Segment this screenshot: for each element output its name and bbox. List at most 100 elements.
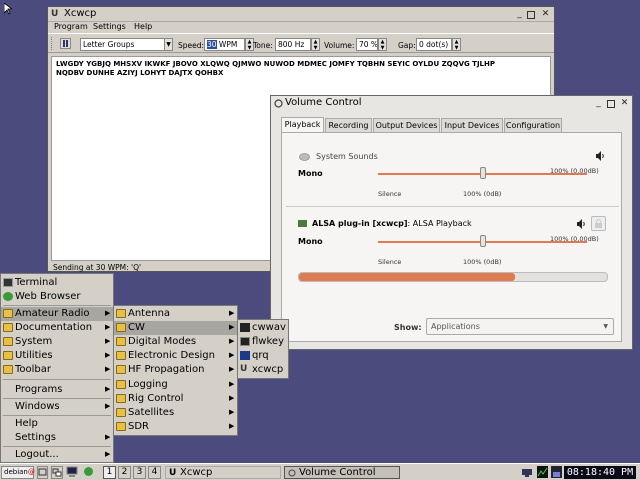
channel-label: Mono (298, 169, 323, 178)
tray-indicator[interactable] (551, 466, 563, 479)
close-icon[interactable]: ✕ (619, 98, 630, 109)
desktop-1-button[interactable]: 1 (103, 466, 116, 479)
folder-icon (3, 365, 13, 374)
amateur-radio-submenu: Antenna ▶ CW ▶ Digital Modes ▶ Electroni… (113, 305, 238, 436)
speaker-icon (299, 153, 310, 161)
maximize-icon[interactable] (527, 11, 535, 19)
tone-stepper[interactable]: ▲ ▼ (311, 38, 320, 51)
menu-settings[interactable]: Settings (93, 22, 126, 31)
mute-speaker-icon[interactable] (576, 219, 586, 229)
menu-item-rig-control[interactable]: Rig Control ▶ (114, 392, 237, 406)
speed-input[interactable]: 30 WPM (204, 38, 245, 51)
menu-item-qrq[interactable]: qrq (238, 349, 288, 363)
folder-icon (116, 365, 126, 374)
menu-item-flwkey[interactable]: flwkey (238, 335, 288, 349)
desktop-4-button[interactable]: 4 (148, 466, 161, 479)
menu-item-sdr[interactable]: SDR ▶ (114, 420, 237, 434)
menu-item-amateur-radio[interactable]: Amateur Radio ▶ (1, 307, 113, 321)
pause-icon (63, 40, 68, 47)
start-button[interactable]: debian@ (1, 466, 35, 479)
mode-select[interactable]: Letter Groups (80, 38, 165, 51)
menu-item-xcwcp[interactable]: U xcwcp (238, 363, 288, 377)
globe-icon (84, 467, 93, 476)
tone-input[interactable]: 800 Hz (275, 38, 311, 51)
tab-configuration[interactable]: Configuration (504, 118, 562, 132)
mute-speaker-icon[interactable] (595, 151, 605, 161)
menu-item-toolbar[interactable]: Toolbar ▶ (1, 363, 113, 377)
clock[interactable]: 08:18:40 PM (564, 466, 636, 479)
tone-label: Tone: (253, 41, 273, 50)
menu-item-web-browser[interactable]: Web Browser (1, 290, 113, 304)
menu-item-programs[interactable]: Programs ▶ (1, 383, 113, 397)
chevron-right-icon: ▶ (105, 351, 111, 359)
tray-indicator-icon (551, 466, 562, 478)
terminal-launcher[interactable] (66, 466, 80, 479)
slider-handle[interactable] (480, 235, 486, 247)
lock-channels-button[interactable] (591, 216, 606, 231)
menu-separator (3, 398, 111, 399)
volume-app-icon (288, 469, 296, 477)
flwkey-icon (240, 337, 250, 346)
volume-stepper[interactable]: ▲ ▼ (378, 38, 387, 51)
cpu-monitor-tray[interactable] (537, 466, 549, 479)
volume-input[interactable]: 70 % (356, 38, 378, 51)
xcwcp-app-icon: U (240, 364, 248, 374)
window-list-button[interactable] (51, 466, 63, 479)
task-button-volume-control[interactable]: Volume Control (284, 466, 400, 479)
menu-help[interactable]: Help (134, 22, 152, 31)
minimize-icon[interactable]: _ (593, 98, 604, 109)
desktop-3-button[interactable]: 3 (133, 466, 146, 479)
chevron-down-icon[interactable]: ▼ (164, 38, 173, 51)
menu-item-system[interactable]: System ▶ (1, 335, 113, 349)
toolbar-grip[interactable] (51, 37, 53, 50)
network-tray[interactable] (521, 466, 534, 479)
menu-item-windows[interactable]: Windows ▶ (1, 400, 113, 414)
menu-item-cwwav[interactable]: cwwav (238, 321, 288, 335)
tab-input-devices[interactable]: Input Devices (441, 118, 503, 132)
menu-item-cw[interactable]: CW ▶ (114, 321, 237, 335)
volume-control-window: Volume Control _ ✕ Playback Recording Ou… (270, 95, 633, 350)
menu-item-settings[interactable]: Settings ▶ (1, 431, 113, 445)
minimize-icon[interactable]: _ (514, 9, 525, 20)
app-stream-icon (298, 220, 307, 227)
chevron-right-icon: ▶ (105, 337, 111, 345)
menu-item-hf-propagation[interactable]: HF Propagation ▶ (114, 363, 237, 377)
text-line: NQDBV DUNHE AZIYJ LOHYT DAJTX QOHBX (56, 69, 224, 77)
terminal-icon (66, 466, 78, 477)
gap-stepper[interactable]: ▲ ▼ (452, 38, 461, 51)
peak-meter-fill (299, 273, 515, 281)
tab-playback[interactable]: Playback (281, 117, 324, 132)
menu-item-terminal[interactable]: Terminal (1, 276, 113, 290)
task-button-xcwcp[interactable]: U Xcwcp (165, 466, 281, 479)
peak-meter (298, 272, 608, 282)
slider-handle[interactable] (480, 167, 486, 179)
show-select[interactable]: Applications ▼ (426, 318, 614, 335)
qrq-icon (240, 351, 250, 360)
xcwcp-titlebar[interactable]: U Xcwcp _ ✕ (48, 7, 554, 22)
tab-recording[interactable]: Recording (325, 118, 372, 132)
browser-launcher[interactable] (83, 466, 96, 479)
menu-item-digital-modes[interactable]: Digital Modes ▶ (114, 335, 237, 349)
menu-item-logging[interactable]: Logging ▶ (114, 378, 237, 392)
gap-input[interactable]: 0 dot(s) (416, 38, 452, 51)
show-desktop-button[interactable] (37, 466, 48, 479)
menu-item-logout[interactable]: Logout... ▶ (1, 448, 113, 462)
volume-titlebar[interactable]: Volume Control _ ✕ (271, 96, 632, 111)
status-bar: Sending at 30 WPM: 'Q' (53, 263, 142, 272)
desktop-2-button[interactable]: 2 (118, 466, 131, 479)
menu-item-satellites[interactable]: Satellites ▶ (114, 406, 237, 420)
menu-program[interactable]: Program (54, 22, 88, 31)
menu-item-documentation[interactable]: Documentation ▶ (1, 321, 113, 335)
volume-level: 100% (0.00dB) (550, 235, 599, 243)
window-title: Xcwcp (64, 8, 97, 19)
system-sounds-label: System Sounds (316, 152, 378, 161)
menu-item-utilities[interactable]: Utilities ▶ (1, 349, 113, 363)
tab-output-devices[interactable]: Output Devices (373, 118, 440, 132)
menu-item-electronic-design[interactable]: Electronic Design ▶ (114, 349, 237, 363)
close-icon[interactable]: ✕ (540, 9, 551, 20)
maximize-icon[interactable] (607, 100, 615, 108)
chevron-right-icon: ▶ (229, 422, 235, 430)
menu-item-antenna[interactable]: Antenna ▶ (114, 307, 237, 321)
start-stop-button[interactable] (60, 38, 71, 49)
menu-item-help[interactable]: Help (1, 417, 113, 431)
